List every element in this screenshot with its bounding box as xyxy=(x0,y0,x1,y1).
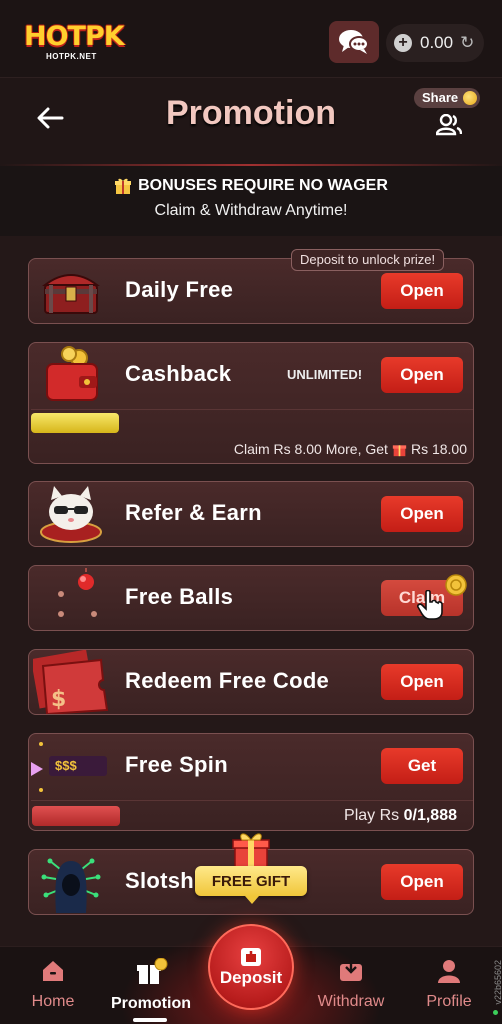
nav-promotion[interactable]: Promotion xyxy=(106,957,196,1013)
deposit-button[interactable]: Deposit xyxy=(208,924,294,1010)
share-button[interactable]: Share xyxy=(414,88,486,138)
share-pill: Share xyxy=(414,88,481,108)
spin-note: Play Rs 0/1,888 xyxy=(344,807,457,825)
card-title: Redeem Free Code xyxy=(125,668,330,693)
nav-withdraw-label: Withdraw xyxy=(317,993,385,1010)
coin-icon xyxy=(445,574,467,596)
free-gift-label: FREE GIFT xyxy=(211,872,291,890)
users-icon xyxy=(436,114,462,136)
card-divider xyxy=(31,800,473,801)
page-header: Promotion Share xyxy=(0,78,502,166)
top-bar: HOTPK HOTPK.NET + 0.00 ↻ xyxy=(0,0,502,78)
balance-pill[interactable]: + 0.00 ↻ xyxy=(386,24,484,62)
svg-text:$: $ xyxy=(51,687,66,712)
nav-promotion-label: Promotion xyxy=(111,995,191,1012)
card-title: Free Balls xyxy=(125,584,234,609)
cat-mascot-icon xyxy=(29,482,113,546)
unlimited-badge: UNLIMITED! xyxy=(287,367,363,382)
chat-icon xyxy=(339,30,369,54)
cashback-note: Claim Rs 8.00 More, Get Rs 18.00 xyxy=(234,441,467,457)
slot-reel-text: $$$ xyxy=(49,756,107,776)
coin-icon xyxy=(463,91,478,105)
cashback-progress-bar xyxy=(31,413,473,433)
slot-reel-icon: $$$ xyxy=(29,734,113,798)
refer-earn-card[interactable]: Refer & Earn Open xyxy=(28,481,474,547)
gift-icon xyxy=(115,178,132,194)
hand-pointer-icon xyxy=(417,590,443,620)
treasure-chest-icon xyxy=(29,259,113,323)
nav-home[interactable]: Home xyxy=(8,958,98,1011)
chat-button[interactable] xyxy=(329,21,379,63)
status-dot xyxy=(493,1010,498,1015)
deposit-label: Deposit xyxy=(219,968,283,987)
cashback-note-suffix: Rs 18.00 xyxy=(410,441,467,457)
share-label: Share xyxy=(422,90,459,105)
cashback-open-button[interactable]: Open xyxy=(381,357,463,393)
logo[interactable]: HOTPK HOTPK.NET xyxy=(24,21,125,64)
unlock-tag: Deposit to unlock prize! xyxy=(291,249,445,271)
cashback-card[interactable]: Cashback UNLIMITED! Open Claim Rs 8.00 M… xyxy=(28,342,474,464)
card-title: Cashback xyxy=(125,361,232,386)
logo-text: HOTPK xyxy=(24,21,125,52)
balance-amount: 0.00 xyxy=(420,33,454,52)
free-balls-card[interactable]: Free Balls Claim xyxy=(28,565,474,631)
daily-free-open-button[interactable]: Open xyxy=(381,273,463,309)
banner-headline: BONUSES REQUIRE NO WAGER xyxy=(138,177,388,194)
nav-home-label: Home xyxy=(31,993,75,1010)
redeem-open-button[interactable]: Open xyxy=(381,664,463,700)
add-funds-icon[interactable]: + xyxy=(394,34,412,52)
card-title: Refer & Earn xyxy=(125,500,262,525)
free-spin-get-button[interactable]: Get xyxy=(381,748,463,784)
slotsh-open-button[interactable]: Open xyxy=(381,864,463,900)
hacker-avatar-icon xyxy=(29,850,113,914)
version-label: v22b65602 xyxy=(493,960,502,1005)
card-divider xyxy=(31,409,473,410)
free-spin-card[interactable]: $$$ Free Spin Get Play Rs 0/1,888 xyxy=(28,733,474,831)
redeem-code-card[interactable]: $ Redeem Free Code Open xyxy=(28,649,474,715)
nav-profile[interactable]: Profile xyxy=(404,958,494,1011)
bonus-banner: BONUSES REQUIRE NO WAGER Claim & Withdra… xyxy=(0,166,502,236)
logo-subtext: HOTPK.NET xyxy=(46,52,97,61)
spin-progress-bar xyxy=(32,806,120,826)
pachinko-balls-icon xyxy=(29,566,113,630)
deposit-icon xyxy=(241,948,261,966)
spin-note-prefix: Play Rs xyxy=(344,807,400,824)
card-title: Daily Free xyxy=(125,277,234,302)
gift-icon xyxy=(392,444,407,456)
card-title: Slotsh xyxy=(125,868,195,893)
cashback-progress-fill xyxy=(31,413,119,433)
cashback-note-prefix: Claim Rs 8.00 More, Get xyxy=(233,441,388,457)
refresh-icon[interactable]: ↻ xyxy=(460,33,474,53)
gift-icon xyxy=(137,957,168,984)
nav-profile-label: Profile xyxy=(426,993,472,1010)
nav-withdraw[interactable]: Withdraw xyxy=(306,958,396,1011)
gift-box-icon xyxy=(232,833,270,869)
user-icon xyxy=(438,960,460,983)
wallet-download-icon xyxy=(340,960,362,981)
refer-open-button[interactable]: Open xyxy=(381,496,463,532)
banner-subline: Claim & Withdraw Anytime! xyxy=(154,202,348,219)
ticket-icon: $ xyxy=(29,650,113,714)
home-icon xyxy=(43,961,63,981)
card-title: Free Spin xyxy=(125,752,228,777)
wallet-icon xyxy=(29,343,113,407)
free-gift-tooltip[interactable]: FREE GIFT xyxy=(195,866,307,904)
spin-note-value: 0/1,888 xyxy=(403,807,457,824)
daily-free-card[interactable]: Daily Free Deposit to unlock prize! Open xyxy=(28,249,474,324)
active-indicator xyxy=(133,1018,167,1022)
